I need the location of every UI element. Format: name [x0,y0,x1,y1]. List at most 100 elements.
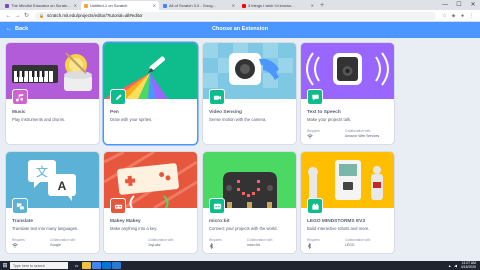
svg-text:文: 文 [36,164,48,179]
favicon-icon [84,3,88,8]
lego-icon [307,198,323,214]
taskbar-search-input[interactable]: Type here to search [10,262,68,269]
requirements-label: Requires [12,238,25,242]
browser-tab[interactable]: The Mindful Educator on ScratchX ✕ [2,1,80,10]
maximize-button[interactable]: ☐ [452,0,466,10]
close-window-button[interactable]: ✕ [466,0,480,10]
system-tray: ▲ ◀ 11:07 AM 4/15/2020 [448,261,476,270]
reload-icon[interactable]: ↻ [22,12,31,19]
extension-description: Translate text into many languages. [12,226,79,231]
requirements-label: Requires [307,129,320,133]
bluetooth-icon [307,242,312,250]
close-tab-icon[interactable]: ✕ [311,3,314,8]
extension-name: Video Sensing [209,110,242,115]
browser-tab-active[interactable]: Untitled-1 on Scratch ✕ [81,1,159,10]
extension-grid: Music Play instruments and drums. Pen Dr… [0,38,480,261]
extension-description: Connect your projects with the world. [209,226,278,231]
collaboration-label: Collaboration with [247,238,273,242]
address-bar: ← → ↻ 🔒 scratch.mit.edu/projects/editor/… [0,10,480,22]
mail-icon[interactable] [112,262,121,269]
browser-tab-strip: The Mindful Educator on ScratchX ✕ Untit… [0,0,480,10]
screen: The Mindful Educator on ScratchX ✕ Untit… [0,0,480,270]
collaboration-label: Collaboration with [50,238,76,242]
task-view-icon[interactable]: ▭ [72,262,81,269]
library-title: Choose an Extension [212,26,268,32]
lock-icon: 🔒 [39,13,44,18]
extension-description: Build interactive robots and more. [307,226,370,231]
tab-title: Untitled-1 on Scratch [90,3,128,8]
extension-name: Music [12,110,26,115]
clock[interactable]: 11:07 AM 4/15/2020 [460,261,476,270]
chrome-icon[interactable] [92,262,101,269]
collaboration-value: Amazon Web Services [345,134,380,138]
favicon-icon [242,3,246,8]
extension-icon[interactable]: ◈ [449,13,458,19]
extension-description: Make anything into a key. [110,226,158,231]
speech-bubble-icon [307,89,323,105]
wifi-icon [12,243,18,249]
browser-tab[interactable]: All of Scratch 3.0 - Goog... ✕ [160,1,238,10]
svg-text:A: A [58,179,67,193]
extension-name: Pen [110,110,119,115]
forward-nav-icon[interactable]: → [13,13,22,19]
collaboration-value: micro:bit [247,243,260,247]
close-tab-icon[interactable]: ✕ [74,3,77,8]
extension-description: Draw with your sprites. [110,117,153,122]
translate-icon [12,198,28,214]
microbit-icon [209,198,225,214]
requirements-label: Requires [307,238,320,242]
requirements-label: Requires [209,238,222,242]
extension-card-video-sensing[interactable]: Video Sensing Sense motion with the came… [203,43,296,144]
pen-icon [110,89,126,105]
collaboration-label: Collaboration with [345,238,371,242]
back-nav-icon[interactable]: ← [4,13,13,19]
extension-card-translate[interactable]: 文 A Translate Translate text into many l… [6,152,99,253]
extension-card-music[interactable]: Music Play instruments and drums. [6,43,99,144]
collaboration-label: Collaboration with [345,129,371,133]
file-explorer-icon[interactable] [82,262,91,269]
extension-card-lego-ev3[interactable]: LEGO MINDSTORMS EV3 Build interactive ro… [301,152,394,253]
music-note-icon [12,89,28,105]
volume-icon[interactable]: ◀ [454,264,457,268]
close-tab-icon[interactable]: ✕ [232,3,235,8]
close-tab-icon[interactable]: ✕ [153,3,156,8]
star-icon[interactable]: ☆ [440,13,449,19]
tab-title: All of Scratch 3.0 - Goog... [169,3,216,8]
network-icon[interactable]: ▲ [448,264,451,268]
extension-card-microbit[interactable]: micro:bit Connect your projects with the… [203,152,296,253]
extension-name: LEGO MINDSTORMS EV3 [307,219,366,224]
extension-description: Make your projects talk. [307,117,352,122]
favicon-icon [5,3,9,8]
collaboration-label: Collaboration with [148,238,174,242]
favicon-icon [163,3,167,8]
extension-card-makey-makey[interactable]: Makey Makey Make anything into a key. Co… [104,152,197,253]
extension-library-header: ← Back Choose an Extension [0,22,480,38]
collaboration-value: LEGO [345,243,355,247]
url-input[interactable]: 🔒 scratch.mit.edu/projects/editor/?tutor… [35,11,436,20]
extension-name: Makey Makey [110,219,141,224]
menu-icon[interactable]: ⋮ [467,13,476,19]
extension-name: micro:bit [209,219,230,224]
extension-card-text-to-speech[interactable]: Text to Speech Make your projects talk. … [301,43,394,144]
tab-title: The Mindful Educator on ScratchX [11,3,72,8]
video-icon [209,89,225,105]
taskbar-search-placeholder: Type here to search [13,263,45,268]
bluetooth-icon [209,242,214,250]
extension-description: Sense motion with the camera. [209,117,267,122]
new-tab-button[interactable]: + [318,2,326,10]
url-text: scratch.mit.edu/projects/editor/?tutoria… [46,13,143,18]
windows-start-icon[interactable]: ⊞ [0,262,10,269]
makey-icon [110,198,126,214]
clock-date: 4/15/2020 [460,264,476,269]
extension-name: Text to Speech [307,110,341,115]
store-icon[interactable] [102,262,111,269]
extension-description: Play instruments and drums. [12,117,66,122]
browser-tab[interactable]: 3 things I wish I'd known... ✕ [239,1,317,10]
wifi-icon [307,134,313,140]
profile-icon[interactable]: ● [458,13,467,19]
windows-taskbar: ⊞ Type here to search ▭ ▲ ◀ 11:07 AM 4/1… [0,261,480,270]
tab-title: 3 things I wish I'd known... [248,3,295,8]
extension-card-pen[interactable]: Pen Draw with your sprites. [104,43,197,144]
toolbar-icons: ☆ ◈ ● ⋮ [440,13,476,19]
minimize-button[interactable]: — [438,0,452,10]
